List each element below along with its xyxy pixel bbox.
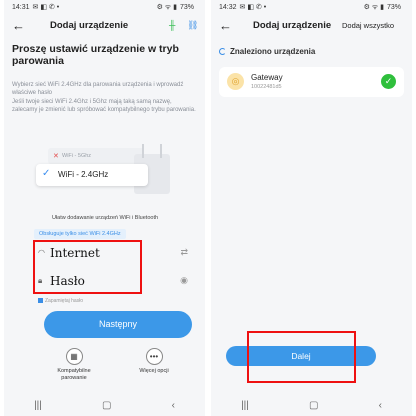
page-title: Dodaj urządzenie bbox=[253, 20, 332, 31]
wifi-24g-option: ✓ WiFi - 2.4GHz bbox=[36, 164, 148, 186]
router-antenna bbox=[160, 144, 162, 158]
found-devices-row: Znaleziono urządzenia bbox=[219, 47, 315, 56]
page-title: Dodaj urządzenie bbox=[50, 20, 129, 31]
pairing-description: Wybierz sieć WiFi 2.4GHz dla parowania u… bbox=[12, 82, 184, 96]
wifi-24g-label: WiFi - 2.4GHz bbox=[58, 170, 109, 179]
audio-wave-icon[interactable]: ╫ bbox=[169, 20, 175, 30]
nav-back-icon[interactable]: ‹ bbox=[379, 400, 382, 411]
notification-icons: ✉ ◧ ✆ • bbox=[239, 4, 267, 11]
phone-screen-wifi-setup: 14:31 ✉ ◧ ✆ • ⚙ ᯤ ▮ 73% ← Dodaj urządzenie… bbox=[4, 0, 205, 416]
nav-back-icon[interactable]: ‹ bbox=[172, 400, 175, 411]
back-arrow-icon[interactable]: ← bbox=[12, 18, 25, 33]
status-time: 14:31 bbox=[12, 4, 30, 11]
more-options-icon: ••• bbox=[145, 348, 163, 365]
found-devices-label: Znaleziono urządzenia bbox=[230, 47, 316, 56]
android-nav-bar: ||| ▢ ‹ bbox=[4, 394, 205, 416]
screenshot: 14:31 ✉ ◧ ✆ • ⚙ ᯤ ▮ 73% ← Dodaj urządzenie… bbox=[0, 0, 416, 416]
device-id: 10022481d5 bbox=[251, 84, 282, 90]
signal-icons: ⚙ ᯤ ▮ bbox=[156, 4, 177, 11]
wifi-24-badge: Obsługuje tylko sieć WiFi 2.4GHz bbox=[34, 229, 126, 239]
compat-pairing-label: Kompatybilne parowanie bbox=[57, 368, 91, 381]
status-bar: 14:32 ✉ ◧ ✆ • ⚙ ᯤ ▮ 73% bbox=[211, 0, 412, 14]
top-bar: ← Dodaj urządzenie ╫ ⛓ bbox=[4, 16, 205, 36]
notification-icons: ✉ ◧ ✆ • bbox=[32, 4, 60, 11]
more-options-label: Więcej opcji bbox=[139, 368, 169, 374]
link-icon[interactable]: ⛓ bbox=[187, 20, 198, 31]
status-time: 14:32 bbox=[219, 4, 237, 11]
swap-networks-icon[interactable]: ⇄ bbox=[180, 247, 188, 258]
compat-pairing-option[interactable]: ▦ Kompatybilne parowanie bbox=[44, 348, 104, 381]
remember-checkbox[interactable] bbox=[38, 298, 43, 304]
back-arrow-icon[interactable]: ← bbox=[219, 18, 232, 33]
highlight-box bbox=[247, 331, 356, 383]
phone-screen-device-found: 14:32 ✉ ◧ ✆ • ⚙ ᯤ ▮ 73% ← Dodaj urządzenie… bbox=[211, 0, 412, 416]
top-bar: ← Dodaj urządzenie Dodaj wszystko bbox=[211, 16, 412, 36]
home-icon[interactable]: ▢ bbox=[309, 400, 318, 411]
cross-icon: ✕ bbox=[53, 153, 59, 160]
same-name-warning: Jeśli twoje sieci WiFi 2.4Ghz i 5Ghz maj… bbox=[12, 99, 196, 113]
battery-level: 73% bbox=[179, 4, 194, 11]
router-antenna bbox=[142, 144, 144, 158]
device-name: Gateway bbox=[251, 73, 283, 82]
home-icon[interactable]: ▢ bbox=[102, 400, 111, 411]
remember-label: Zapamiętaj hasło bbox=[45, 298, 84, 304]
compat-pairing-icon: ▦ bbox=[65, 348, 83, 365]
illustration-caption: Ułatw dodawanie urządzeń WiFi i Bluetoot… bbox=[51, 215, 159, 221]
add-all-link[interactable]: Dodaj wszystko bbox=[342, 21, 394, 30]
device-card[interactable]: ◎ Gateway 10022481d5 ✓ bbox=[219, 67, 404, 97]
wifi-illustration: ✕ WiFi - 5Ghz ✓ WiFi - 2.4GHz bbox=[34, 140, 174, 212]
next-button[interactable]: Następny bbox=[44, 311, 192, 338]
pairing-heading: Proszę ustawić urządzenie w tryb parowan… bbox=[12, 43, 179, 67]
recents-icon[interactable]: ||| bbox=[241, 400, 249, 411]
recents-icon[interactable]: ||| bbox=[34, 400, 42, 411]
battery-level: 73% bbox=[386, 4, 401, 11]
highlight-box bbox=[33, 240, 142, 294]
remember-password[interactable]: Zapamiętaj hasło bbox=[38, 298, 83, 304]
status-bar: 14:31 ✉ ◧ ✆ • ⚙ ᯤ ▮ 73% bbox=[4, 0, 205, 14]
wifi-5g-label: WiFi - 5Ghz bbox=[62, 153, 92, 159]
checkmark-icon: ✓ bbox=[42, 168, 51, 179]
show-password-icon[interactable]: ◉ bbox=[180, 275, 188, 286]
wifi-5g-option: ✕ WiFi - 5Ghz bbox=[48, 148, 144, 164]
selected-check-icon[interactable]: ✓ bbox=[381, 74, 396, 89]
gateway-device-icon: ◎ bbox=[227, 73, 244, 90]
loading-spinner-icon bbox=[219, 48, 226, 55]
more-options[interactable]: ••• Więcej opcji bbox=[124, 348, 184, 375]
android-nav-bar: ||| ▢ ‹ bbox=[211, 394, 412, 416]
signal-icons: ⚙ ᯤ ▮ bbox=[363, 4, 384, 11]
